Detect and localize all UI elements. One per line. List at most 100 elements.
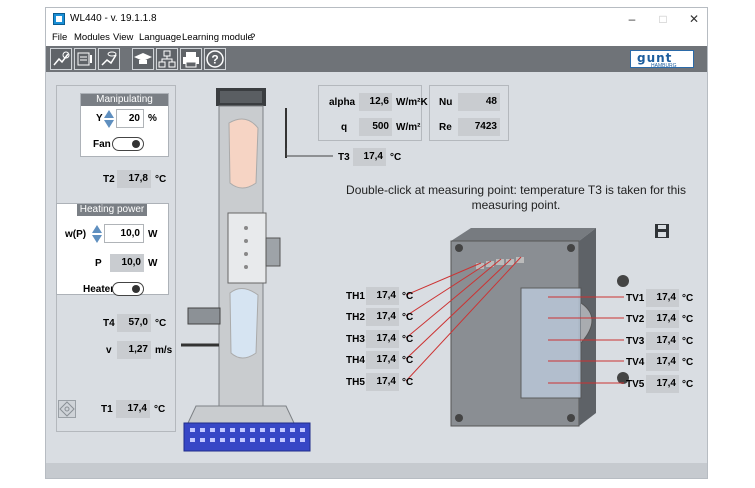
th4-label: TH4: [346, 355, 365, 366]
menu-learning-module[interactable]: Learning module: [182, 32, 253, 43]
tv5-value: 17,4: [646, 375, 679, 393]
alpha-unit: W/m²K: [396, 97, 428, 108]
navigation-pad-icon[interactable]: [58, 400, 76, 418]
close-button[interactable]: ✕: [686, 11, 702, 27]
th4-unit: °C: [402, 355, 414, 366]
measurement-icon[interactable]: [74, 48, 96, 70]
tv2-label: TV2: [626, 314, 645, 325]
t4-value: 57,0: [117, 314, 151, 332]
t3-value: 17,4: [353, 148, 386, 166]
minimize-button[interactable]: –: [624, 11, 640, 27]
tv1-unit: °C: [682, 293, 694, 304]
heater-label: Heater: [83, 284, 115, 295]
q-value: 500: [359, 118, 392, 136]
tv4-unit: °C: [682, 357, 694, 368]
heater-toggle[interactable]: [112, 282, 144, 296]
t2-unit: °C: [155, 174, 167, 185]
th-leader-lines: [406, 256, 522, 382]
re-value: 7423: [458, 118, 500, 136]
network-icon[interactable]: [156, 48, 178, 70]
manipulating-variable-title: Manipulating variable: [81, 94, 168, 117]
v-unit: m/s: [155, 345, 173, 356]
help-glyph: ?: [211, 53, 218, 67]
print-icon[interactable]: [180, 48, 202, 70]
window-title: WL440 - v. 19.1.1.8: [70, 13, 157, 24]
nu-value: 48: [458, 93, 500, 111]
heating-power-title: Heating power: [77, 204, 147, 216]
save-icon[interactable]: [654, 223, 670, 239]
fan-label: Fan: [93, 139, 111, 150]
menu-help[interactable]: ?: [250, 32, 255, 43]
t4-unit: °C: [155, 318, 167, 329]
wp-unit: W: [148, 229, 158, 240]
th3-unit: °C: [402, 334, 414, 345]
menu-modules[interactable]: Modules: [74, 32, 110, 43]
q-label: q: [341, 122, 348, 133]
tv-leader-lines: [548, 296, 624, 384]
t2-value: 17,8: [117, 170, 151, 188]
th1-unit: °C: [402, 291, 414, 302]
v-label: v: [106, 345, 112, 356]
instruction-message: Double-click at measuring point: tempera…: [346, 183, 686, 212]
tv2-value: 17,4: [646, 310, 679, 328]
re-label: Re: [439, 122, 452, 133]
th4-value: 17,4: [366, 351, 399, 369]
v-value: 1,27: [117, 341, 151, 359]
q-unit: W/m²: [396, 122, 421, 133]
tv4-value: 17,4: [646, 353, 679, 371]
apparatus-diagram: [181, 88, 311, 452]
t2-label: T2: [103, 174, 115, 185]
alpha-value: 12,6: [359, 93, 392, 111]
wp-spinner[interactable]: [92, 225, 102, 243]
help-icon[interactable]: ?: [204, 48, 226, 70]
nu-label: Nu: [439, 97, 453, 108]
y-input[interactable]: 20: [116, 109, 144, 128]
t3-connector: [286, 148, 333, 157]
th5-label: TH5: [346, 377, 365, 388]
t1-unit: °C: [154, 404, 166, 415]
tv3-label: TV3: [626, 336, 645, 347]
tv5-label: TV5: [626, 379, 645, 390]
th1-value: 17,4: [366, 287, 399, 305]
p-value: 10,0: [110, 254, 144, 272]
th3-value: 17,4: [366, 330, 399, 348]
th5-unit: °C: [402, 377, 414, 388]
t1-value: 17,4: [116, 400, 150, 418]
app-window: WL440 - v. 19.1.1.8 – □ ✕ File Modules V…: [45, 7, 708, 479]
th2-unit: °C: [402, 312, 414, 323]
chart-wizard-icon[interactable]: [50, 48, 72, 70]
chart-view-icon[interactable]: [98, 48, 120, 70]
fan-toggle[interactable]: [112, 137, 144, 151]
tv2-unit: °C: [682, 314, 694, 325]
menu-view[interactable]: View: [113, 32, 133, 43]
tv4-label: TV4: [626, 357, 645, 368]
toolbar: ? gunt HAMBURG: [46, 46, 707, 72]
menu-file[interactable]: File: [52, 32, 67, 43]
gunt-logo: gunt HAMBURG: [630, 50, 694, 69]
wp-input[interactable]: 10,0: [104, 224, 144, 243]
alpha-label: alpha: [329, 97, 356, 108]
th1-label: TH1: [346, 291, 365, 302]
p-unit: W: [148, 258, 158, 269]
tv1-label: TV1: [626, 293, 645, 304]
tv5-unit: °C: [682, 379, 694, 390]
t3-label: T3: [338, 152, 350, 163]
th5-value: 17,4: [366, 373, 399, 391]
y-spinner[interactable]: [104, 110, 114, 128]
p-label: P: [95, 258, 102, 269]
learning-icon[interactable]: [132, 48, 154, 70]
title-bar: WL440 - v. 19.1.1.8 – □ ✕: [46, 8, 707, 30]
wp-label: w(P): [65, 229, 87, 240]
logo-subtext: HAMBURG: [651, 63, 677, 69]
status-bar: [46, 463, 707, 478]
y-label: Y: [96, 113, 103, 124]
t4-label: T4: [103, 318, 115, 329]
tv3-unit: °C: [682, 336, 694, 347]
th3-label: TH3: [346, 334, 365, 345]
tv1-value: 17,4: [646, 289, 679, 307]
maximize-button[interactable]: □: [655, 11, 671, 27]
app-icon: [53, 13, 65, 25]
menu-language[interactable]: Language: [139, 32, 181, 43]
t3-unit: °C: [390, 152, 402, 163]
y-unit: %: [148, 113, 157, 124]
